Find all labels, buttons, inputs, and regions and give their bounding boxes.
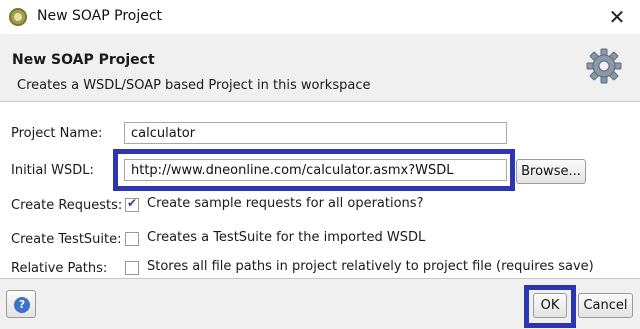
dialog-footer: ? OK Cancel bbox=[0, 278, 640, 329]
new-soap-project-dialog: New SOAP Project ✕ New SOAP Project Crea… bbox=[0, 0, 640, 329]
relative-paths-checkbox[interactable] bbox=[125, 261, 139, 275]
initial-wsdl-label: Initial WSDL: bbox=[11, 163, 94, 178]
header-banner: New SOAP Project Creates a WSDL/SOAP bas… bbox=[0, 34, 640, 102]
project-name-input[interactable] bbox=[124, 122, 507, 144]
header-title: New SOAP Project bbox=[12, 52, 155, 68]
create-requests-label: Create Requests: bbox=[11, 198, 123, 213]
browse-button[interactable]: Browse... bbox=[516, 159, 586, 184]
create-testsuite-checkbox[interactable] bbox=[125, 232, 139, 246]
help-button[interactable]: ? bbox=[6, 290, 36, 318]
project-name-label: Project Name: bbox=[11, 126, 103, 141]
title-bar: New SOAP Project ✕ bbox=[0, 0, 640, 34]
help-icon: ? bbox=[14, 297, 30, 313]
create-requests-text: Create sample requests for all operation… bbox=[147, 196, 424, 211]
create-testsuite-label: Create TestSuite: bbox=[11, 232, 122, 247]
gear-icon bbox=[586, 48, 622, 84]
cancel-button[interactable]: Cancel bbox=[578, 293, 633, 318]
soapui-app-icon bbox=[9, 8, 27, 26]
create-testsuite-text: Creates a TestSuite for the imported WSD… bbox=[147, 230, 426, 245]
relative-paths-label: Relative Paths: bbox=[11, 261, 108, 276]
close-icon[interactable]: ✕ bbox=[602, 2, 632, 32]
create-requests-checkbox[interactable] bbox=[125, 196, 139, 212]
header-description: Creates a WSDL/SOAP based Project in thi… bbox=[17, 78, 371, 93]
window-title: New SOAP Project bbox=[37, 8, 163, 24]
ok-button[interactable]: OK bbox=[533, 293, 567, 318]
initial-wsdl-input[interactable] bbox=[124, 159, 507, 181]
relative-paths-text: Stores all file paths in project relativ… bbox=[147, 259, 594, 274]
